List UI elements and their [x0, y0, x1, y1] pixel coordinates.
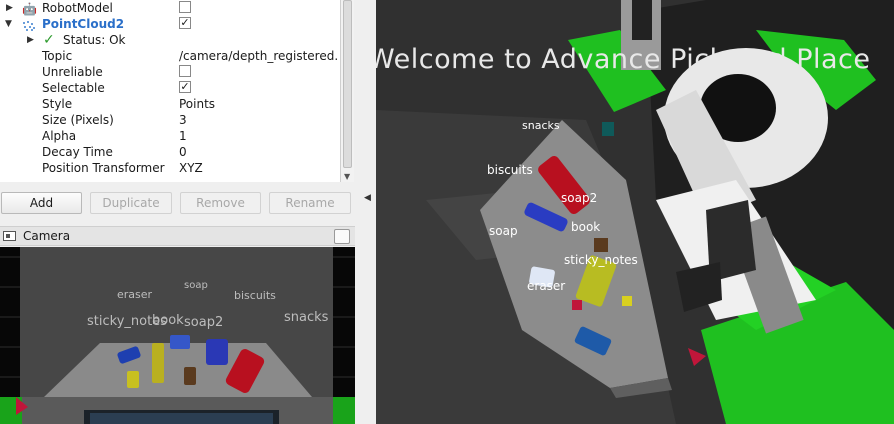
prop-value[interactable]: Points	[179, 96, 215, 112]
scrollbar-thumb[interactable]	[343, 0, 352, 168]
status-row[interactable]: ▶ ✓ Status: Ok	[0, 32, 340, 48]
status-label: Status: Ok	[63, 33, 126, 47]
prop-name: Style	[42, 97, 73, 111]
scene-label-soap: soap	[489, 224, 518, 238]
prop-value[interactable]: /camera/depth_registered.	[179, 48, 338, 64]
scene-label-sticky-notes: sticky_notes	[564, 253, 638, 267]
scene-label-soap2: soap2	[561, 191, 598, 205]
display-point-cloud[interactable]: ▼ PointCloud2 ✓	[0, 16, 340, 32]
prop-name: Selectable	[42, 81, 105, 95]
prop-value[interactable]: 3	[179, 112, 187, 128]
display-label: RobotModel	[42, 1, 113, 15]
rename-button[interactable]: Rename	[269, 192, 351, 214]
displays-scrollbar[interactable]: ▼	[340, 0, 354, 182]
welcome-banner: Welcome to Advance Pick and Place	[376, 44, 871, 75]
camera-panel-header: Camera	[0, 226, 355, 246]
robot-icon: 🤖	[22, 2, 37, 16]
triangle-down-icon[interactable]: ▼	[5, 16, 12, 32]
prop-name: Unreliable	[42, 65, 103, 79]
prop-name: Decay Time	[42, 145, 113, 159]
checkmark-icon: ✓	[43, 32, 55, 48]
displays-panel: ▶ 🤖 RobotModel ▼ PointCloud2 ✓ ▶ ✓ Statu…	[0, 0, 355, 424]
prop-row-size[interactable]: Size (Pixels) 3	[0, 112, 340, 128]
add-button[interactable]: Add	[1, 192, 82, 214]
selectable-checkbox[interactable]: ✓	[179, 81, 191, 93]
scene-label-snacks: snacks	[522, 119, 560, 132]
prop-name: Topic	[42, 49, 73, 63]
panel-splitter[interactable]	[355, 0, 376, 424]
prop-value[interactable]: XYZ	[179, 160, 203, 176]
prop-value[interactable]: 1	[179, 128, 187, 144]
camera-label-biscuits: biscuits	[234, 289, 276, 302]
point-cloud-enable-checkbox[interactable]: ✓	[179, 17, 191, 29]
scene-label-book: book	[571, 220, 601, 234]
camera-label-soap: soap	[184, 280, 208, 291]
prop-name: Position Transformer	[42, 161, 165, 175]
camera-scene	[0, 247, 355, 424]
display-robot-model[interactable]: ▶ 🤖 RobotModel	[0, 0, 340, 16]
prop-row-clipped	[0, 176, 340, 182]
unreliable-checkbox[interactable]	[179, 65, 191, 77]
camera-label-book: book	[152, 313, 184, 328]
camera-panel-title: Camera	[23, 229, 71, 243]
scene-label-biscuits: biscuits	[487, 163, 533, 177]
scroll-down-icon[interactable]: ▼	[344, 172, 350, 181]
prop-row-style[interactable]: Style Points	[0, 96, 340, 112]
displays-tree: ▶ 🤖 RobotModel ▼ PointCloud2 ✓ ▶ ✓ Statu…	[0, 0, 340, 182]
camera-icon	[3, 231, 16, 241]
camera-label-eraser: eraser	[117, 288, 153, 301]
prop-row-position-transformer[interactable]: Position Transformer XYZ	[0, 160, 340, 176]
camera-label-snacks: snacks	[284, 310, 329, 325]
camera-label-soap2: soap2	[184, 315, 224, 330]
prop-row-alpha[interactable]: Alpha 1	[0, 128, 340, 144]
3d-view[interactable]: Welcome to Advance Pick and Place snacks…	[376, 0, 894, 424]
duplicate-button[interactable]: Duplicate	[90, 192, 172, 214]
prop-row-unreliable[interactable]: Unreliable	[0, 64, 340, 80]
prop-value[interactable]: 0	[179, 144, 187, 160]
prop-name: Size (Pixels)	[42, 113, 114, 127]
triangle-right-icon[interactable]: ▶	[6, 0, 13, 16]
prop-name: Alpha	[42, 129, 77, 143]
remove-button[interactable]: Remove	[180, 192, 261, 214]
prop-row-topic[interactable]: Topic /camera/depth_registered.	[0, 48, 340, 64]
prop-row-selectable[interactable]: Selectable ✓	[0, 80, 340, 96]
prop-row-decay[interactable]: Decay Time 0	[0, 144, 340, 160]
book	[594, 238, 608, 252]
robot-model-enable-checkbox[interactable]	[179, 1, 191, 13]
display-buttons: Add Duplicate Remove Rename	[0, 192, 355, 216]
camera-view[interactable]: eraser soap biscuits sticky_notes book s…	[0, 247, 355, 424]
triangle-right-icon[interactable]: ▶	[27, 32, 34, 48]
collapse-left-icon[interactable]: ◀	[364, 193, 371, 203]
display-label: PointCloud2	[42, 17, 125, 31]
scene-label-eraser: eraser	[527, 279, 566, 293]
point-cloud-icon	[22, 19, 36, 31]
camera-panel-close-button[interactable]	[334, 229, 350, 244]
